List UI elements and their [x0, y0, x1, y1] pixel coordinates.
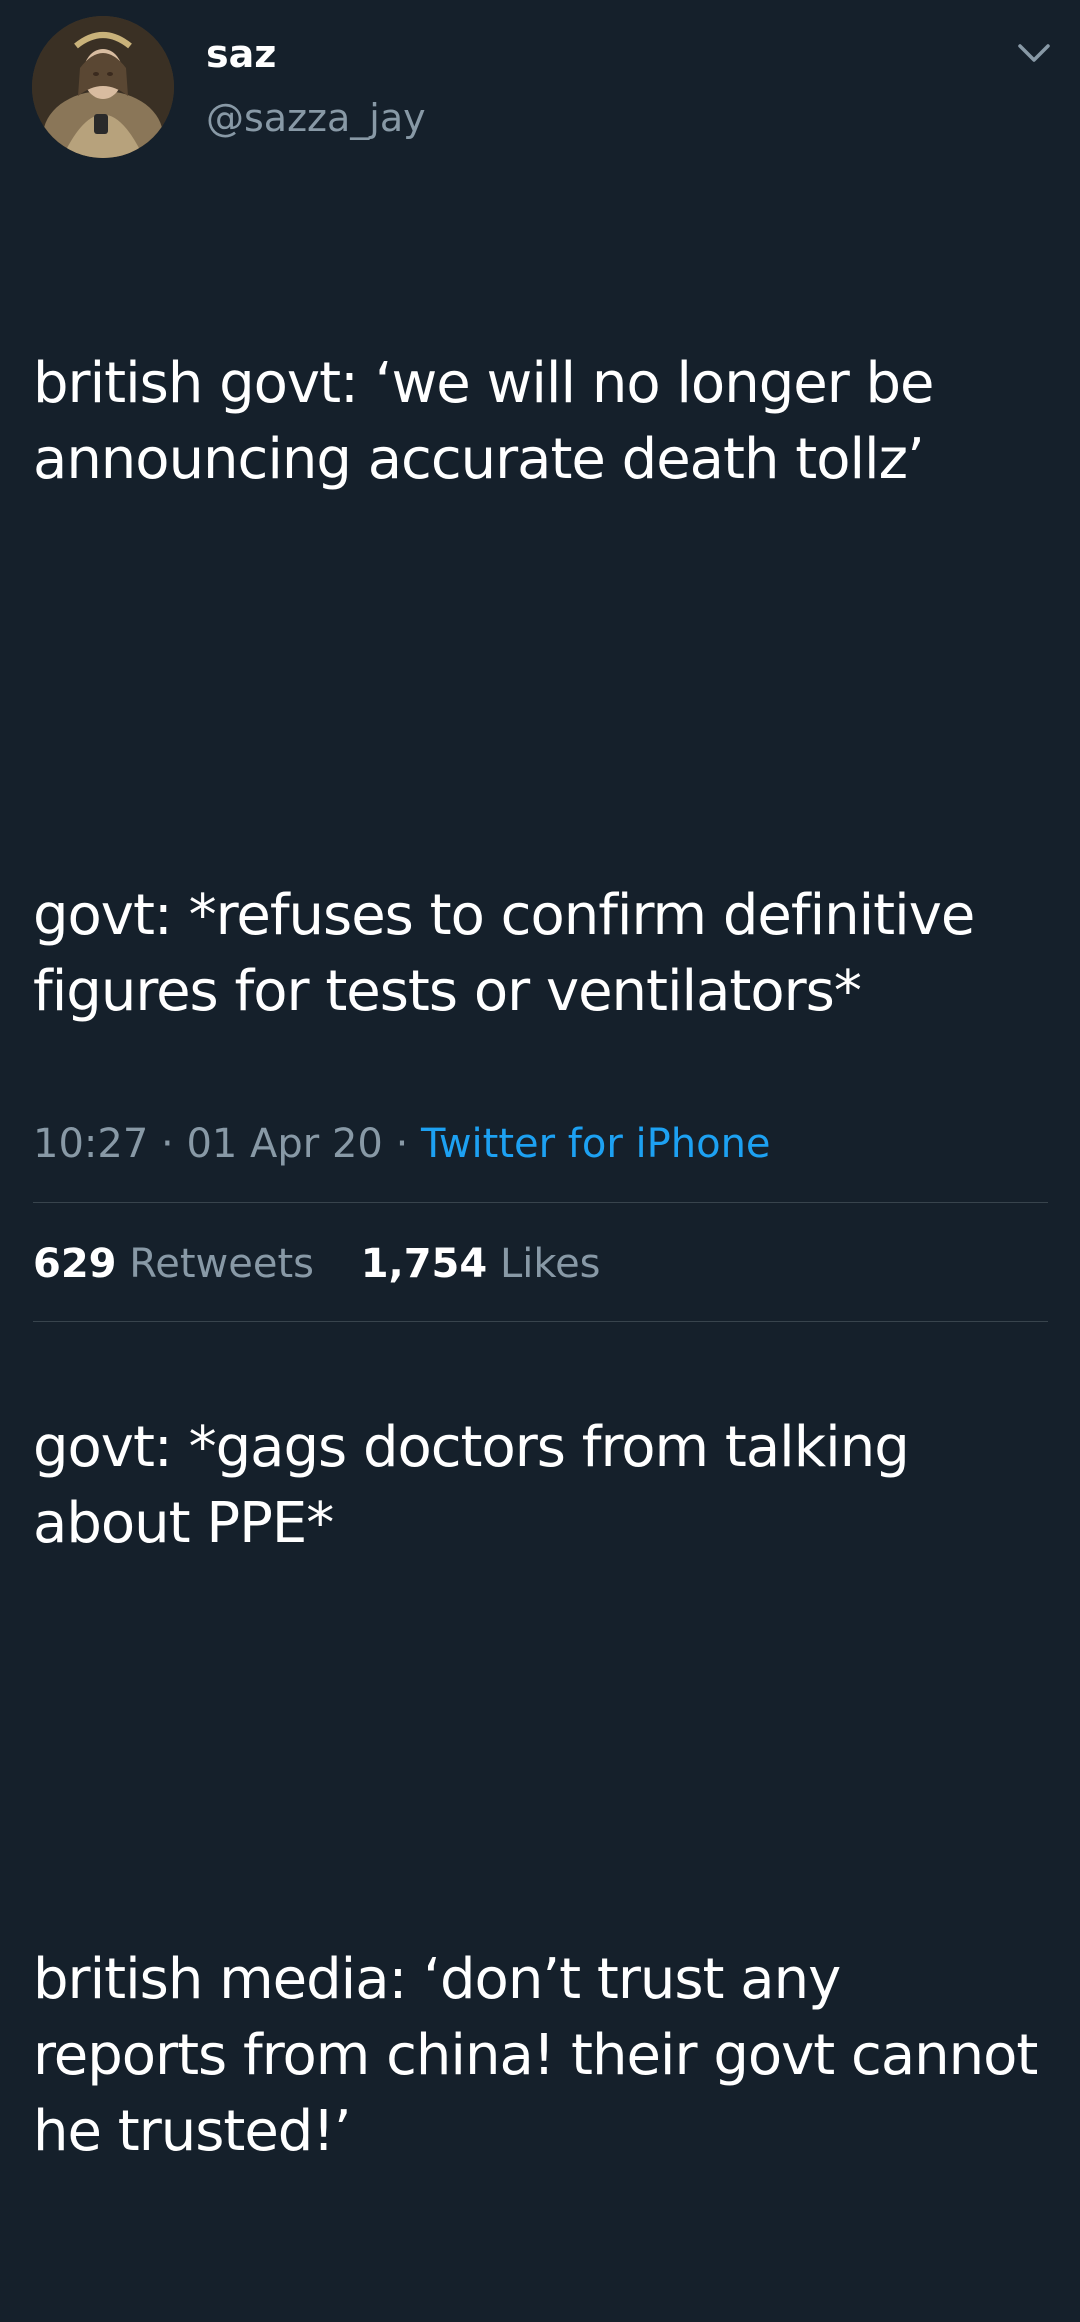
tweet-paragraph: british media: ‘don’t trust any reports … [33, 1947, 1055, 2164]
likes-label: Likes [499, 1241, 601, 1287]
tweet-date: 01 Apr 20 [186, 1121, 383, 1167]
tweet-source-link[interactable]: Twitter for iPhone [421, 1121, 771, 1167]
tweet-metadata: 10:27 · 01 Apr 20 · Twitter for iPhone [33, 1120, 771, 1168]
tweet-paragraph: govt: *refuses to confirm definitive fig… [33, 883, 992, 1024]
chevron-down-icon[interactable] [1014, 38, 1054, 68]
tweet-paragraph: british govt: ‘we will no longer be anno… [33, 351, 951, 492]
tweet-time: 10:27 [33, 1121, 149, 1167]
author-handle[interactable]: @sazza_jay [206, 96, 426, 140]
tweet: saz @sazza_jay british govt: ‘we will no… [0, 0, 1080, 2164]
likes-count: 1,754 [360, 1241, 488, 1287]
avatar[interactable] [32, 16, 174, 158]
divider [33, 1202, 1048, 1203]
tweet-stats: 629 Retweets 1,754 Likes [33, 1238, 601, 1290]
profile-photo [32, 16, 174, 158]
retweets-stat[interactable]: 629 Retweets [33, 1238, 314, 1290]
divider [33, 1321, 1048, 1322]
retweets-count: 629 [33, 1241, 117, 1287]
retweets-label: Retweets [129, 1241, 314, 1287]
likes-stat[interactable]: 1,754 Likes [361, 1238, 601, 1290]
meta-separator: · [395, 1121, 409, 1167]
tweet-paragraph: govt: *gags doctors from talking about P… [33, 1415, 926, 1556]
meta-separator: · [161, 1121, 174, 1167]
author-display-name[interactable]: saz [206, 32, 276, 76]
